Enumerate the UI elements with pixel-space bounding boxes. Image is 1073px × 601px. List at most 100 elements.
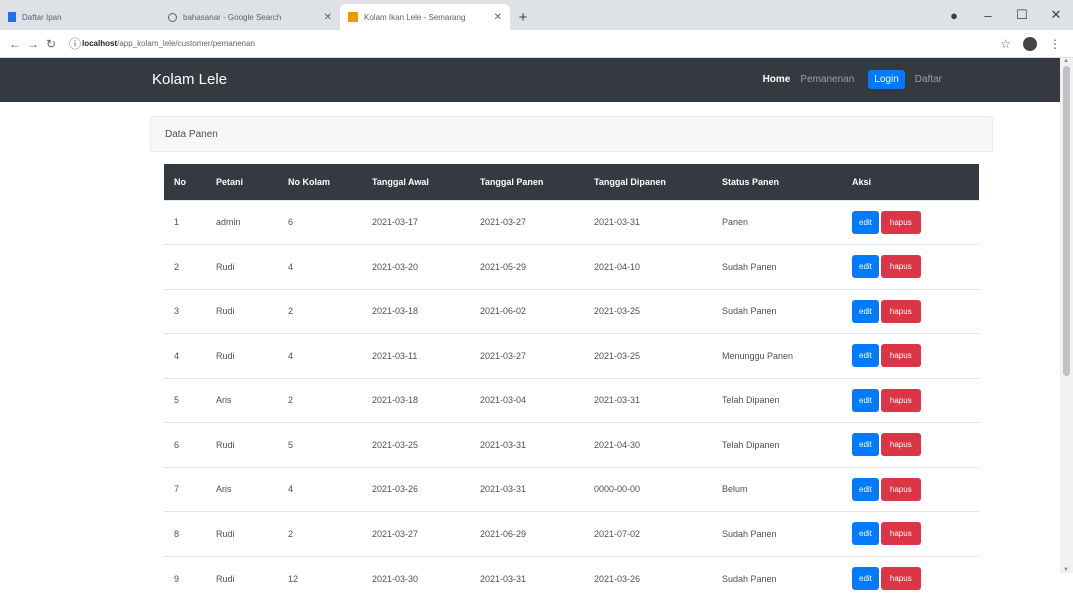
cell-awal: 2021-03-30 (372, 573, 419, 584)
maximize-icon[interactable]: ☐ (1005, 7, 1039, 23)
cell-status: Sudah Panen (722, 261, 777, 272)
cell-status: Belum (722, 484, 748, 495)
cell-kolam: 2 (288, 395, 294, 406)
cell-no: 1 (174, 217, 180, 228)
reload-icon[interactable]: ↻ (42, 37, 60, 51)
cell-awal: 2021-03-18 (372, 306, 419, 317)
scroll-up-icon[interactable]: ▲ (1063, 58, 1069, 64)
close-tab-icon[interactable]: ✕ (494, 12, 502, 23)
hapus-button[interactable]: hapus (880, 255, 921, 279)
bookmark-star-icon[interactable]: ☆ (1000, 37, 1011, 51)
login-button[interactable]: Login (868, 70, 905, 89)
edit-button[interactable]: edit (852, 388, 879, 412)
cell-status: Panen (722, 217, 749, 228)
hapus-button[interactable]: hapus (880, 210, 921, 234)
hapus-button[interactable]: hapus (880, 299, 921, 323)
cell-petani: Rudi (216, 573, 235, 584)
site-favicon-icon (8, 12, 16, 22)
cell-petani: Rudi (216, 528, 235, 539)
cell-kolam: 6 (288, 217, 294, 228)
cell-awal: 2021-03-17 (372, 217, 419, 228)
hapus-button[interactable]: hapus (880, 522, 921, 546)
cell-dipanen: 2021-03-31 (594, 395, 641, 406)
cell-kolam: 12 (288, 573, 299, 584)
column-header: Aksi (852, 176, 872, 187)
table-row: 8 Rudi 2 2021-03-27 2021-06-29 2021-07-02 Suda… (164, 511, 979, 557)
table-row: 6 Rudi 5 2021-03-25 2021-03-31 2021-04-30 Tela… (164, 422, 979, 468)
menu-icon[interactable]: ⋮ (1049, 37, 1061, 51)
browser-tab-active[interactable]: Kolam Ikan Lele - Semarang ✕ (340, 4, 510, 30)
hapus-button[interactable]: hapus (880, 344, 921, 368)
cell-aksi: edit hapus (842, 334, 979, 379)
cell-petani: Aris (216, 484, 232, 495)
forward-icon[interactable]: → (24, 37, 42, 51)
hapus-button[interactable]: hapus (880, 433, 921, 457)
cell-dipanen: 2021-07-02 (594, 528, 641, 539)
google-favicon-icon (168, 12, 177, 22)
close-tab-icon[interactable]: ✕ (324, 12, 332, 23)
cell-dipanen: 2021-03-26 (594, 573, 641, 584)
cell-status: Telah Dipanen (722, 439, 780, 450)
column-header: Petani (216, 176, 244, 187)
scroll-down-icon[interactable]: ▼ (1063, 567, 1069, 573)
page-scrollbar[interactable]: ▲ ▼ (1060, 58, 1073, 573)
edit-button[interactable]: edit (852, 477, 879, 501)
hapus-button[interactable]: hapus (880, 567, 921, 590)
cell-petani: admin (216, 217, 241, 228)
cell-aksi: edit hapus (842, 289, 979, 334)
cell-kolam: 4 (288, 261, 294, 272)
edit-button[interactable]: edit (852, 299, 879, 323)
cell-kolam: 4 (288, 484, 294, 495)
cell-kolam: 5 (288, 439, 294, 450)
cell-no: 5 (174, 395, 180, 406)
cell-panen: 2021-03-27 (480, 350, 527, 361)
edit-button[interactable]: edit (852, 210, 879, 234)
table-row: 7 Aris 4 2021-03-26 2021-03-31 0000-00-00 Belu… (164, 467, 979, 512)
column-header: Status Panen (722, 176, 780, 187)
url-host: localhost (82, 39, 118, 48)
edit-button[interactable]: edit (852, 522, 879, 546)
cell-panen: 2021-03-04 (480, 395, 527, 406)
nav-home-link[interactable]: Home (763, 74, 791, 85)
tab-title: Kolam Ikan Lele - Semarang (364, 12, 466, 22)
cell-dipanen: 2021-04-30 (594, 439, 641, 450)
cell-panen: 2021-03-31 (480, 439, 527, 450)
cell-panen: 2021-06-29 (480, 528, 527, 539)
nav-pemanenan-link[interactable]: Pemanenan (800, 74, 854, 85)
cell-aksi: edit hapus (842, 467, 979, 512)
cell-aksi: edit hapus (842, 200, 979, 245)
profile-dot-icon[interactable]: ● (937, 8, 971, 23)
edit-button[interactable]: edit (852, 255, 879, 279)
cell-aksi: edit hapus (842, 512, 979, 557)
table-row: 3 Rudi 2 2021-03-18 2021-06-02 2021-03-25 Suda… (164, 289, 979, 334)
hapus-button[interactable]: hapus (880, 477, 921, 501)
cell-dipanen: 0000-00-00 (594, 484, 641, 495)
cell-kolam: 2 (288, 528, 294, 539)
browser-tab[interactable]: Daftar Ipan (0, 4, 160, 30)
cell-kolam: 2 (288, 306, 294, 317)
brand-link[interactable]: Kolam Lele (152, 71, 227, 88)
info-icon[interactable]: ⓘ (68, 35, 82, 52)
close-window-icon[interactable]: ✕ (1039, 7, 1073, 23)
nav-daftar-link[interactable]: Daftar (915, 74, 942, 85)
new-tab-icon[interactable]: + (510, 4, 536, 30)
cell-petani: Rudi (216, 306, 235, 317)
cell-awal: 2021-03-18 (372, 395, 419, 406)
cell-no: 4 (174, 350, 180, 361)
back-icon[interactable]: ← (6, 37, 24, 51)
scrollbar-thumb[interactable] (1063, 66, 1070, 376)
table-header-row: No Petani No Kolam Tanggal Awal Tanggal … (164, 164, 979, 200)
cell-status: Menunggu Panen (722, 350, 794, 361)
table-row: 4 Rudi 4 2021-03-11 2021-03-27 2021-03-25 Menu… (164, 333, 979, 379)
url-field[interactable]: ⓘ localhost /app_kolam_lele/customer/pem… (68, 34, 1000, 54)
tab-title: bahasanar - Google Search (183, 12, 282, 22)
browser-tab[interactable]: bahasanar - Google Search ✕ (160, 4, 340, 30)
edit-button[interactable]: edit (852, 344, 879, 368)
cell-awal: 2021-03-27 (372, 528, 419, 539)
avatar[interactable] (1023, 36, 1037, 51)
minimize-icon[interactable]: – (971, 8, 1005, 23)
edit-button[interactable]: edit (852, 567, 879, 590)
edit-button[interactable]: edit (852, 433, 879, 457)
panen-table: No Petani No Kolam Tanggal Awal Tanggal … (164, 164, 979, 601)
hapus-button[interactable]: hapus (880, 388, 921, 412)
